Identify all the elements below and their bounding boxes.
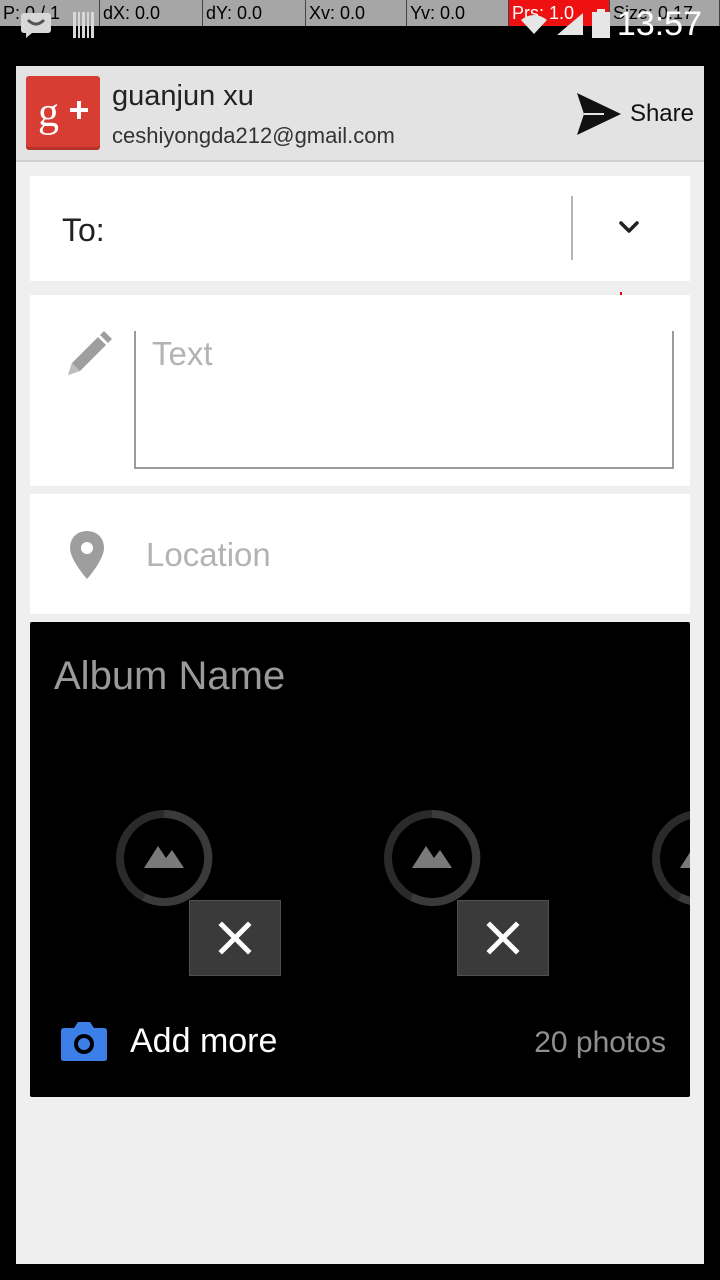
wifi-icon [520,15,547,34]
text-placeholder: Text [152,335,213,372]
dialog-header: g guanjun xu ceshiyongda212@gmail.com Sh… [16,66,704,162]
google-plus-icon: g [26,76,100,150]
add-more-label: Add more [130,1021,278,1060]
add-more-button[interactable]: Add more [60,1020,277,1062]
photo-loading-thumbnail[interactable] [382,808,482,908]
chevron-down-icon[interactable] [614,212,644,242]
photo-placeholder-icon [116,809,213,906]
text-section: Text [30,295,690,486]
debug-dy: dY: 0.0 [203,0,306,26]
status-time: 13:57 [616,4,702,43]
battery-icon [591,9,610,38]
camera-icon [61,1022,107,1061]
status-bar-right: 13:57 [519,4,702,43]
pencil-icon [64,331,112,379]
share-label: Share [629,100,694,127]
touch-indicator [620,292,622,295]
to-label: To: [62,212,105,248]
close-icon [218,921,252,955]
svg-text:g: g [38,90,59,136]
signal-icon [556,13,583,35]
location-placeholder: Location [146,536,271,573]
debug-yv: Yv: 0.0 [407,0,509,26]
remove-photo-button[interactable] [189,900,281,976]
photo-loading-thumbnail[interactable] [114,808,214,908]
photo-placeholder-icon [384,809,481,906]
text-input[interactable]: Text [134,331,674,469]
notification-icon [20,12,52,38]
close-icon [486,921,520,955]
location-section[interactable]: Location [30,494,690,614]
send-icon [576,93,621,135]
share-dialog: g guanjun xu ceshiyongda212@gmail.com Sh… [16,66,704,1264]
album-name-input[interactable]: Album Name [54,654,285,699]
debug-dx: dX: 0.0 [100,0,203,26]
account-name: guanjun xu [112,80,254,112]
divider [571,196,573,260]
account-email: ceshiyongda212@gmail.com [112,123,395,148]
screen: P: 0 / 1 dX: 0.0 dY: 0.0 Xv: 0.0 Yv: 0.0… [0,0,720,1280]
share-button[interactable]: Share [576,92,694,136]
barcode-icon [72,10,96,40]
photo-loading-thumbnail[interactable] [650,808,690,908]
remove-photo-button[interactable] [457,900,549,976]
recipients-field[interactable]: To: [30,176,690,281]
location-pin-icon [68,530,106,580]
photo-placeholder-icon [652,811,690,905]
album-panel: Album Name Add more 20 photos [30,622,690,1097]
photo-count: 20 photos [534,1026,666,1059]
debug-xv: Xv: 0.0 [306,0,407,26]
text-input-mask [136,331,672,457]
